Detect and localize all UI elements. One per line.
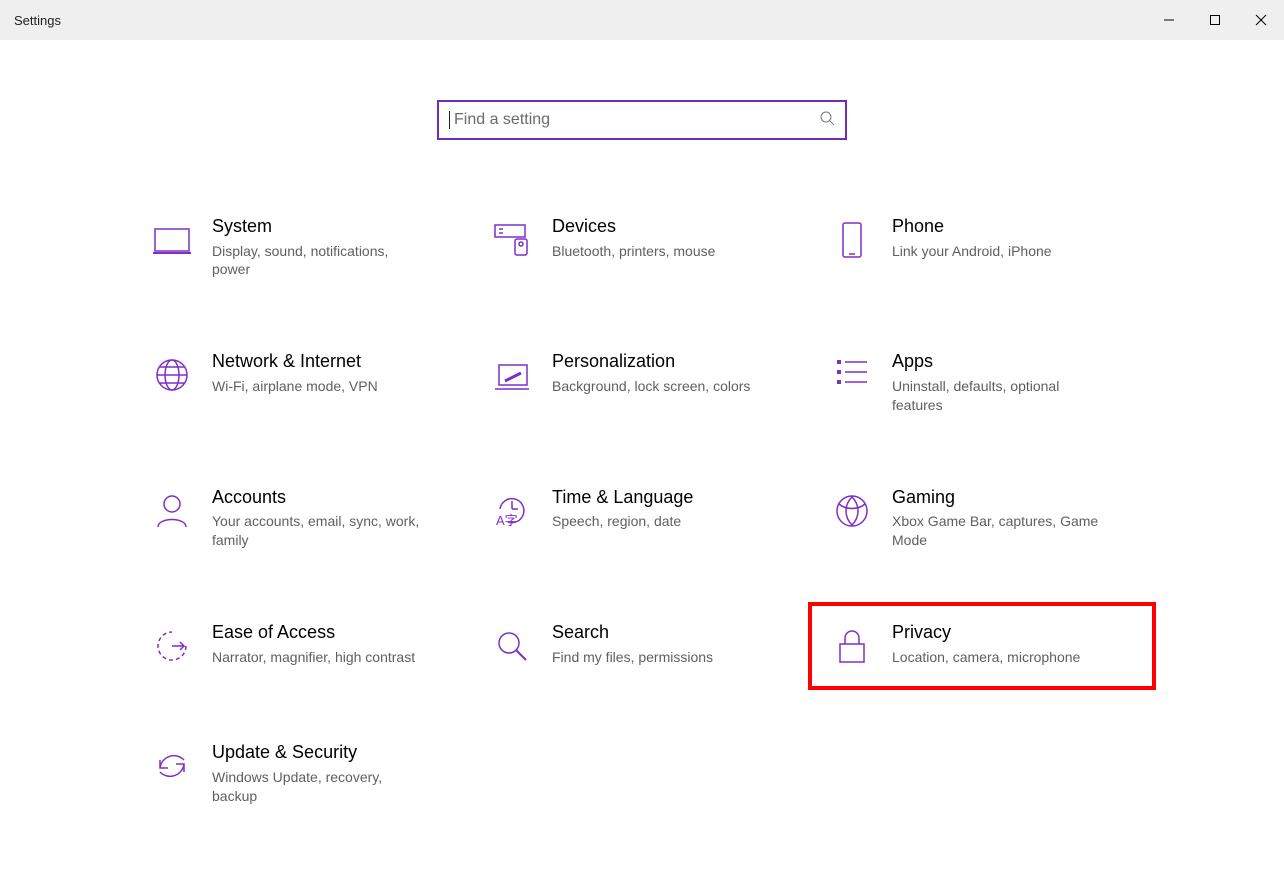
tile-system[interactable]: System Display, sound, notifications, po… bbox=[142, 210, 462, 285]
accounts-icon bbox=[148, 487, 196, 535]
content-area: System Display, sound, notifications, po… bbox=[0, 40, 1284, 812]
tile-time-language[interactable]: A字 Time & Language Speech, region, date bbox=[482, 481, 802, 556]
tile-desc: Find my files, permissions bbox=[552, 648, 713, 667]
network-icon bbox=[148, 351, 196, 399]
tile-gaming[interactable]: Gaming Xbox Game Bar, captures, Game Mod… bbox=[822, 481, 1142, 556]
tile-desc: Xbox Game Bar, captures, Game Mode bbox=[892, 512, 1102, 550]
maximize-icon bbox=[1209, 14, 1221, 26]
tile-title: System bbox=[212, 216, 422, 238]
system-icon bbox=[148, 216, 196, 264]
tile-search[interactable]: Search Find my files, permissions bbox=[482, 616, 802, 676]
maximize-button[interactable] bbox=[1192, 0, 1238, 40]
tile-ease-of-access[interactable]: Ease of Access Narrator, magnifier, high… bbox=[142, 616, 462, 676]
apps-icon bbox=[828, 351, 876, 399]
minimize-icon bbox=[1163, 14, 1175, 26]
titlebar: Settings bbox=[0, 0, 1284, 40]
devices-icon bbox=[488, 216, 536, 264]
close-button[interactable] bbox=[1238, 0, 1284, 40]
tile-title: Phone bbox=[892, 216, 1052, 238]
tile-title: Accounts bbox=[212, 487, 422, 509]
tile-apps[interactable]: Apps Uninstall, defaults, optional featu… bbox=[822, 345, 1142, 420]
tile-desc: Your accounts, email, sync, work, family bbox=[212, 512, 422, 550]
tile-title: Network & Internet bbox=[212, 351, 378, 373]
tile-desc: Windows Update, recovery, backup bbox=[212, 768, 422, 806]
search-box[interactable] bbox=[437, 100, 847, 140]
tile-desc: Link your Android, iPhone bbox=[892, 242, 1052, 261]
ease-of-access-icon bbox=[148, 622, 196, 670]
tile-title: Update & Security bbox=[212, 742, 422, 764]
tile-title: Apps bbox=[892, 351, 1102, 373]
window-title: Settings bbox=[14, 13, 61, 28]
tile-desc: Uninstall, defaults, optional features bbox=[892, 377, 1102, 415]
tile-phone[interactable]: Phone Link your Android, iPhone bbox=[822, 210, 1142, 285]
tile-title: Personalization bbox=[552, 351, 750, 373]
svg-text:A字: A字 bbox=[496, 513, 518, 528]
window-controls bbox=[1146, 0, 1284, 40]
update-icon bbox=[148, 742, 196, 790]
privacy-icon bbox=[828, 622, 876, 670]
tile-desc: Location, camera, microphone bbox=[892, 648, 1080, 667]
minimize-button[interactable] bbox=[1146, 0, 1192, 40]
time-language-icon: A字 bbox=[488, 487, 536, 535]
search-input[interactable] bbox=[452, 110, 819, 130]
tile-title: Time & Language bbox=[552, 487, 693, 509]
text-caret bbox=[449, 111, 450, 129]
tile-desc: Wi-Fi, airplane mode, VPN bbox=[212, 377, 378, 396]
tile-title: Gaming bbox=[892, 487, 1102, 509]
tile-devices[interactable]: Devices Bluetooth, printers, mouse bbox=[482, 210, 802, 285]
tile-personalization[interactable]: Personalization Background, lock screen,… bbox=[482, 345, 802, 420]
gaming-icon bbox=[828, 487, 876, 535]
tile-desc: Display, sound, notifications, power bbox=[212, 242, 422, 280]
tile-privacy[interactable]: Privacy Location, camera, microphone bbox=[822, 616, 1142, 676]
tile-title: Search bbox=[552, 622, 713, 644]
tile-network[interactable]: Network & Internet Wi-Fi, airplane mode,… bbox=[142, 345, 462, 420]
search-tile-icon bbox=[488, 622, 536, 670]
tile-desc: Narrator, magnifier, high contrast bbox=[212, 648, 415, 667]
settings-grid: System Display, sound, notifications, po… bbox=[142, 210, 1142, 812]
phone-icon bbox=[828, 216, 876, 264]
tile-accounts[interactable]: Accounts Your accounts, email, sync, wor… bbox=[142, 481, 462, 556]
tile-desc: Background, lock screen, colors bbox=[552, 377, 750, 396]
close-icon bbox=[1255, 14, 1267, 26]
tile-desc: Speech, region, date bbox=[552, 512, 693, 531]
tile-title: Ease of Access bbox=[212, 622, 415, 644]
tile-update-security[interactable]: Update & Security Windows Update, recove… bbox=[142, 736, 462, 811]
tile-title: Privacy bbox=[892, 622, 1080, 644]
tile-title: Devices bbox=[552, 216, 715, 238]
personalization-icon bbox=[488, 351, 536, 399]
search-icon bbox=[819, 110, 835, 131]
search-wrap bbox=[0, 100, 1284, 140]
tile-desc: Bluetooth, printers, mouse bbox=[552, 242, 715, 261]
